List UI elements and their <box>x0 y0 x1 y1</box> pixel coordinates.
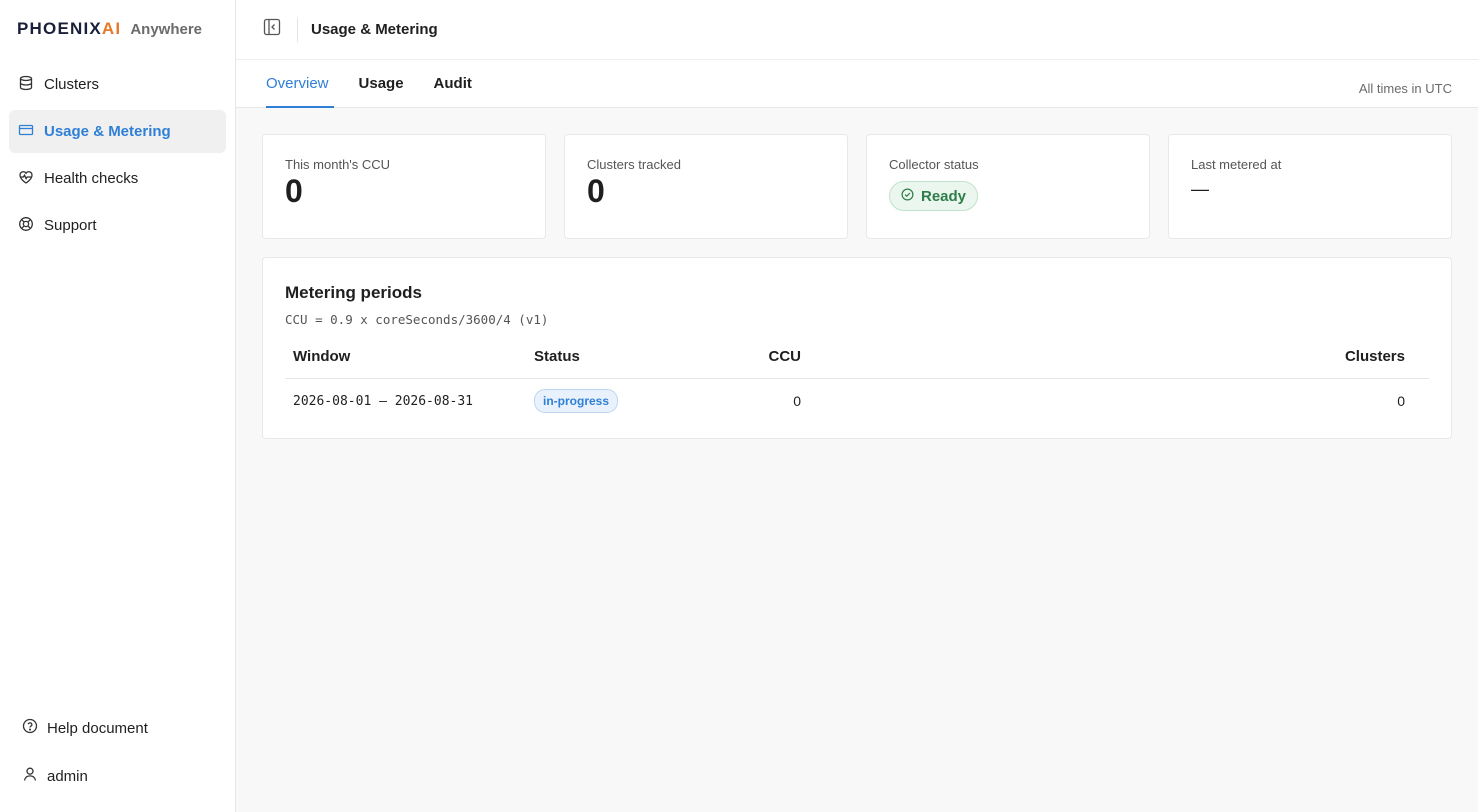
cell-clusters: 0 <box>1397 393 1405 409</box>
card-value: 0 <box>285 173 303 209</box>
sidebar-toggle-button[interactable] <box>261 18 283 41</box>
sidebar-item-label: Health checks <box>44 170 139 187</box>
column-header-ccu: CCU <box>706 348 809 379</box>
sidebar-item-usage-metering[interactable]: Usage & Metering <box>9 110 226 153</box>
card-label: This month's CCU <box>285 157 391 172</box>
panel-title: Metering periods <box>285 283 422 302</box>
ccu-formula: CCU = 0.9 x coreSeconds/3600/4 (v1) <box>285 312 549 327</box>
card-clusters-tracked: Clusters tracked 0 <box>564 134 848 239</box>
timezone-note: All times in UTC <box>1358 81 1452 96</box>
column-header-status: Status <box>526 348 706 379</box>
help-document-label: Help document <box>47 719 148 737</box>
page-title: Usage & Metering <box>311 21 438 38</box>
top-bar: Usage & Metering <box>236 0 1478 60</box>
lifebuoy-icon <box>18 216 34 236</box>
tab-usage[interactable]: Usage <box>359 60 404 107</box>
app-root: PHOENIXAI Anywhere Clusters Usage & Mete… <box>0 0 1478 812</box>
brand-mark-main: PHOENIX <box>17 19 102 38</box>
sidebar-footer: Help document admin <box>0 706 235 812</box>
status-badge-label: Ready <box>921 187 967 205</box>
cell-spacer <box>1413 379 1429 423</box>
brand-mark: PHOENIXAI <box>17 19 121 39</box>
card-label: Collector status <box>889 157 979 172</box>
sidebar-nav: Clusters Usage & Metering Health checks … <box>0 58 235 247</box>
status-pill: in-progress <box>534 389 619 413</box>
card-label: Clusters tracked <box>587 157 681 172</box>
sidebar-item-label: Clusters <box>44 76 100 93</box>
card-collector-status: Collector status Ready <box>866 134 1150 239</box>
database-icon <box>18 75 34 95</box>
card-last-metered: Last metered at — <box>1168 134 1452 239</box>
metering-periods-panel: Metering periods CCU = 0.9 x coreSeconds… <box>262 257 1452 439</box>
credit-card-icon <box>18 122 34 142</box>
sidebar-item-clusters[interactable]: Clusters <box>9 63 226 106</box>
topbar-divider <box>297 17 298 42</box>
brand-logo[interactable]: PHOENIXAI Anywhere <box>0 0 235 58</box>
panel-collapse-icon <box>263 18 281 41</box>
status-badge: Ready <box>889 181 979 211</box>
help-document-link[interactable]: Help document <box>13 706 222 750</box>
brand-subtitle: Anywhere <box>130 20 203 38</box>
main-content: Usage & Metering Overview Usage Audit Al… <box>236 0 1478 812</box>
sidebar-item-health-checks[interactable]: Health checks <box>9 157 226 200</box>
column-header-clusters: Clusters <box>809 348 1413 379</box>
card-value: — <box>1191 179 1209 199</box>
column-header-window: Window <box>285 348 526 379</box>
sidebar-item-label: Usage & Metering <box>44 123 171 140</box>
sidebar: PHOENIXAI Anywhere Clusters Usage & Mete… <box>0 0 236 812</box>
help-circle-icon <box>22 718 38 738</box>
card-value: 0 <box>587 173 605 209</box>
sidebar-item-label: Support <box>44 217 97 234</box>
sidebar-item-support[interactable]: Support <box>9 204 226 247</box>
tab-overview[interactable]: Overview <box>266 60 333 108</box>
brand-mark-accent: AI <box>101 19 122 38</box>
heart-pulse-icon <box>18 169 34 189</box>
cell-window: 2026-08-01 — 2026-08-31 <box>293 393 474 409</box>
check-circle-icon <box>901 188 914 205</box>
user-menu[interactable]: admin <box>13 754 222 798</box>
user-name: admin <box>47 767 88 785</box>
tab-audit[interactable]: Audit <box>434 60 472 107</box>
metering-table: Window Status CCU Clusters 2026-08-01 — … <box>285 348 1429 422</box>
user-icon <box>22 766 38 786</box>
tab-bar: Overview Usage Audit All times in UTC <box>236 60 1478 108</box>
cell-ccu: 0 <box>793 393 801 409</box>
table-row[interactable]: 2026-08-01 — 2026-08-31 in-progress 0 0 <box>285 379 1429 423</box>
column-spacer <box>1413 348 1429 379</box>
cell-status: in-progress <box>526 379 706 423</box>
card-monthly-ccu: This month's CCU 0 <box>262 134 546 239</box>
summary-cards: This month's CCU 0 Clusters tracked 0 Co… <box>262 134 1452 239</box>
table-header-row: Window Status CCU Clusters <box>285 348 1429 379</box>
overview-content: This month's CCU 0 Clusters tracked 0 Co… <box>236 108 1478 439</box>
card-label: Last metered at <box>1191 157 1282 172</box>
